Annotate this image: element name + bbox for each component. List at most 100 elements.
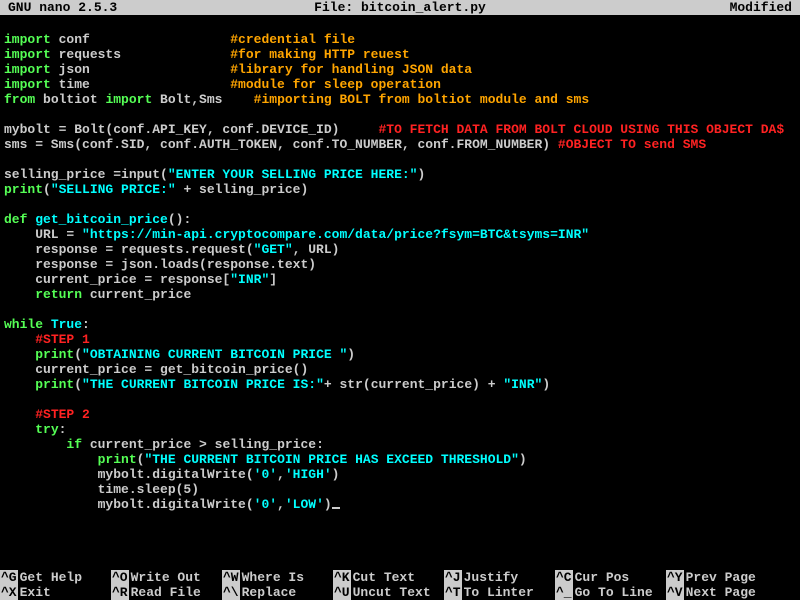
code-token: , [277, 467, 285, 482]
code-line[interactable]: import time #module for sleep operation [4, 77, 796, 92]
menu-item-justify[interactable]: ^J Justify [444, 570, 555, 585]
code-line[interactable]: #STEP 2 [4, 407, 796, 422]
code-token: if [66, 437, 82, 452]
code-line[interactable]: #STEP 1 [4, 332, 796, 347]
code-line[interactable]: if current_price > selling_price: [4, 437, 796, 452]
shortcut-label: To Linter [464, 585, 534, 600]
code-line[interactable] [4, 107, 796, 122]
code-token [4, 347, 35, 362]
code-token: "INR" [230, 272, 269, 287]
code-token: ( [43, 182, 51, 197]
code-token: import [4, 77, 51, 92]
shortcut-key: ^T [444, 585, 462, 600]
code-line[interactable]: print("THE CURRENT BITCOIN PRICE IS:"+ s… [4, 377, 796, 392]
code-token: current_price = response[ [4, 272, 230, 287]
code-token: ) [324, 497, 332, 512]
code-line[interactable]: import conf #credential file [4, 32, 796, 47]
code-token: #importing BOLT from boltiot module and … [254, 92, 589, 107]
code-token: , URL) [293, 242, 340, 257]
code-line[interactable]: try: [4, 422, 796, 437]
code-line[interactable]: print("SELLING PRICE:" + selling_price) [4, 182, 796, 197]
code-token: "https://min-api.cryptocompare.com/data/… [82, 227, 589, 242]
code-line[interactable]: response = requests.request("GET", URL) [4, 242, 796, 257]
menu-item-replace[interactable]: ^\ Replace [222, 585, 333, 600]
code-token: #library for handling JSON data [230, 62, 472, 77]
code-token: "OBTAINING CURRENT BITCOIN PRICE " [82, 347, 347, 362]
code-token: #OBJECT TO send SMS [558, 137, 706, 152]
code-token: ) [332, 467, 340, 482]
code-token: #for making HTTP reuest [230, 47, 409, 62]
code-token: conf [51, 32, 230, 47]
code-line[interactable]: return current_price [4, 287, 796, 302]
code-token: #STEP 2 [35, 407, 90, 422]
code-line[interactable]: print("THE CURRENT BITCOIN PRICE HAS EXC… [4, 452, 796, 467]
code-token: sms = Sms(conf.SID, conf.AUTH_TOKEN, con… [4, 137, 558, 152]
code-token: "THE CURRENT BITCOIN PRICE IS:" [82, 377, 324, 392]
code-token: ] [269, 272, 277, 287]
code-token [4, 287, 35, 302]
menu-item-exit[interactable]: ^X Exit [0, 585, 111, 600]
code-line[interactable]: current_price = get_bitcoin_price() [4, 362, 796, 377]
menu-item-next-page[interactable]: ^V Next Page [666, 585, 777, 600]
code-line[interactable]: mybolt = Bolt(conf.API_KEY, conf.DEVICE_… [4, 122, 796, 137]
code-token: URL = [4, 227, 82, 242]
code-token [4, 407, 35, 422]
code-line[interactable]: mybolt.digitalWrite('0','HIGH') [4, 467, 796, 482]
code-line[interactable] [4, 302, 796, 317]
menu-item-uncut-text[interactable]: ^U Uncut Text [333, 585, 444, 600]
menu-item-read-file[interactable]: ^R Read File [111, 585, 222, 600]
code-token [4, 377, 35, 392]
code-line[interactable]: import requests #for making HTTP reuest [4, 47, 796, 62]
code-token [4, 452, 98, 467]
code-token: Bolt,Sms [152, 92, 253, 107]
code-line[interactable]: while True: [4, 317, 796, 332]
code-token: ) [417, 167, 425, 182]
shortcut-label: Cur Pos [575, 570, 630, 585]
code-token: "THE CURRENT BITCOIN PRICE HAS EXCEED TH… [144, 452, 518, 467]
code-line[interactable]: selling_price =input("ENTER YOUR SELLING… [4, 167, 796, 182]
app-name: GNU nano 2.5.3 [8, 0, 269, 15]
menu-item-go-to-line[interactable]: ^_ Go To Line [555, 585, 666, 600]
shortcut-label: Read File [131, 585, 201, 600]
menu-item-write-out[interactable]: ^O Write Out [111, 570, 222, 585]
code-line[interactable]: mybolt.digitalWrite('0','LOW') [4, 497, 796, 512]
menu-item-to-linter[interactable]: ^T To Linter [444, 585, 555, 600]
menu-item-prev-page[interactable]: ^Y Prev Page [666, 570, 777, 585]
code-token: #module for sleep operation [230, 77, 441, 92]
code-line[interactable]: URL = "https://min-api.cryptocompare.com… [4, 227, 796, 242]
menu-item-cut-text[interactable]: ^K Cut Text [333, 570, 444, 585]
menu-item-cur-pos[interactable]: ^C Cur Pos [555, 570, 666, 585]
code-line[interactable] [4, 152, 796, 167]
code-token: while [4, 317, 43, 332]
code-line[interactable]: sms = Sms(conf.SID, conf.AUTH_TOKEN, con… [4, 137, 796, 152]
code-token: return [35, 287, 82, 302]
code-line[interactable]: import json #library for handling JSON d… [4, 62, 796, 77]
shortcut-key: ^C [555, 570, 573, 585]
code-token: True [51, 317, 82, 332]
code-line[interactable]: print("OBTAINING CURRENT BITCOIN PRICE "… [4, 347, 796, 362]
code-line[interactable] [4, 17, 796, 32]
code-line[interactable] [4, 392, 796, 407]
shortcut-label: Go To Line [575, 585, 653, 600]
menu-item-get-help[interactable]: ^G Get Help [0, 570, 111, 585]
code-line[interactable]: from boltiot import Bolt,Sms #importing … [4, 92, 796, 107]
modified-flag: Modified [531, 0, 792, 15]
code-token: import [4, 32, 51, 47]
code-line[interactable]: time.sleep(5) [4, 482, 796, 497]
file-name: File: bitcoin_alert.py [269, 0, 530, 15]
menu-item-where-is[interactable]: ^W Where Is [222, 570, 333, 585]
code-token: #TO FETCH DATA FROM BOLT CLOUD USING THI… [378, 122, 784, 137]
code-token: '0' [254, 467, 277, 482]
code-token: , [277, 497, 285, 512]
code-line[interactable]: response = json.loads(response.text) [4, 257, 796, 272]
code-token: + selling_price) [176, 182, 309, 197]
code-token: "GET" [254, 242, 293, 257]
code-line[interactable]: def get_bitcoin_price(): [4, 212, 796, 227]
code-token: print [4, 182, 43, 197]
code-line[interactable] [4, 197, 796, 212]
code-editor[interactable]: import conf #credential fileimport reque… [0, 15, 800, 570]
code-token: print [35, 377, 74, 392]
code-line[interactable]: current_price = response["INR"] [4, 272, 796, 287]
shortcut-label: Justify [464, 570, 519, 585]
code-token: current_price [82, 287, 191, 302]
